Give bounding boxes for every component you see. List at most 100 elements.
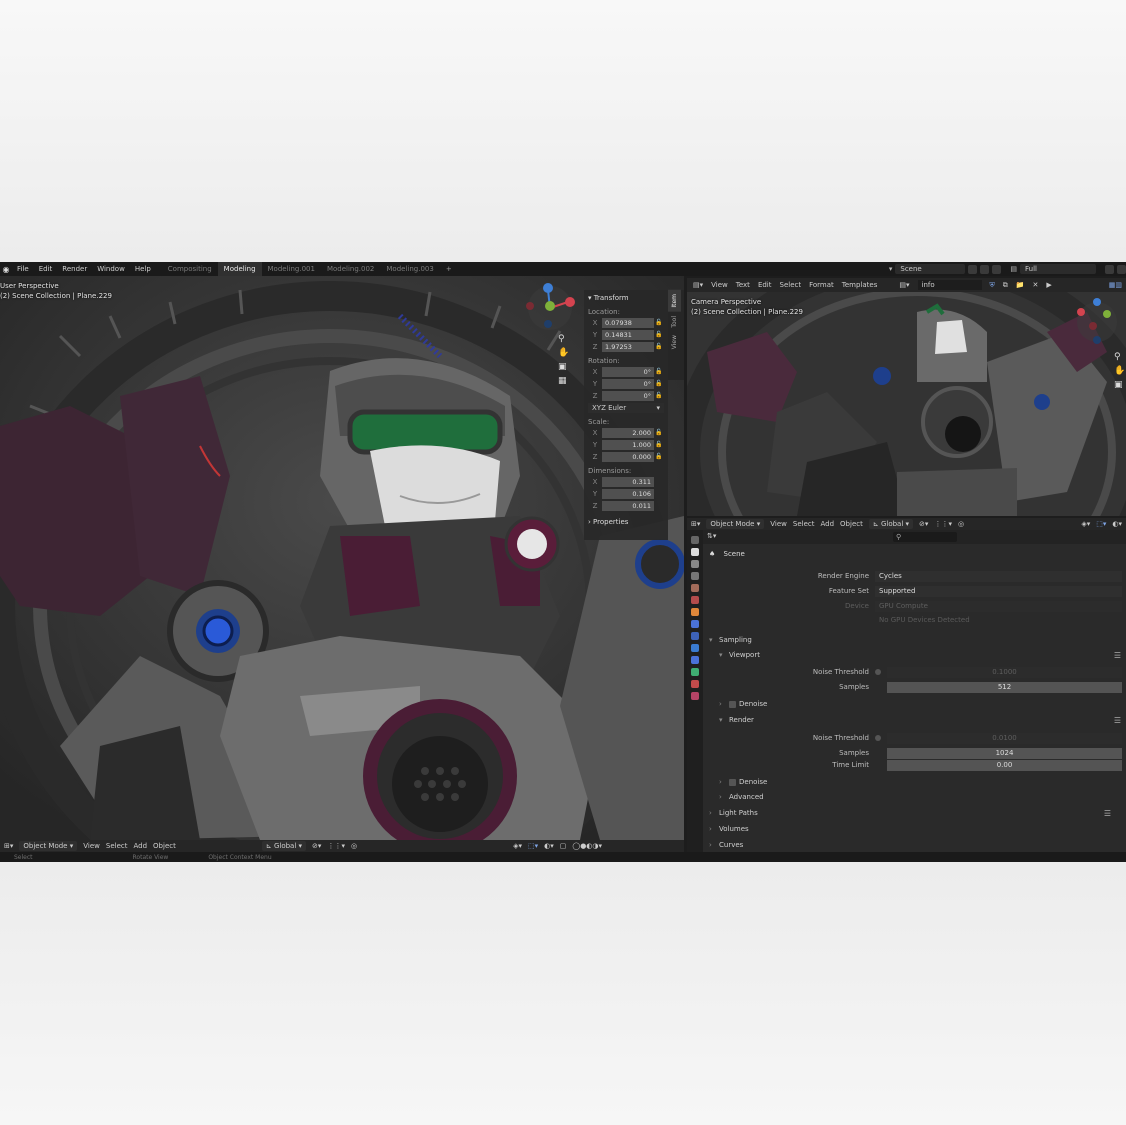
volumes-panel-header[interactable]: › Volumes [709, 823, 1123, 836]
lock-icon[interactable]: 🔓 [654, 343, 664, 350]
presets-list-icon[interactable]: ☰ [1104, 807, 1111, 820]
right-3d-viewport[interactable]: Camera Perspective (2) Scene Collection … [687, 292, 1126, 516]
tab-modeling-003[interactable]: Modeling.003 [380, 262, 439, 276]
menu-add[interactable]: Add [133, 842, 147, 850]
render-samples-field[interactable]: 1024 [887, 747, 1122, 759]
new-text-icon[interactable]: ⧉ [1003, 281, 1008, 290]
object-tab-icon[interactable] [691, 608, 699, 616]
proportional-editing-icon[interactable]: ◎ [958, 520, 964, 528]
location-x-field[interactable]: 0.07938 [602, 317, 654, 328]
particles-tab-icon[interactable] [691, 632, 699, 640]
scale-y-field[interactable]: 1.000 [602, 439, 654, 450]
proportional-editing-icon[interactable]: ◎ [351, 842, 357, 850]
editor-type-icon[interactable]: ⊞▾ [4, 842, 13, 850]
viewport-noise-threshold-field[interactable]: 0.1000 [887, 666, 1122, 678]
gizmo-toggle-icon[interactable]: ⬚▾ [1096, 520, 1106, 528]
rotation-mode-dropdown[interactable]: XYZ Euler ▾ [588, 403, 664, 413]
properties-panel-header[interactable]: › Properties [588, 517, 664, 527]
time-limit-field[interactable]: 0.00 [887, 759, 1122, 771]
noise-threshold-checkbox[interactable] [875, 669, 881, 675]
tool-tab-icon[interactable] [691, 536, 699, 544]
run-script-icon[interactable]: ▶ [1046, 281, 1051, 289]
lock-icon[interactable]: 🔓 [654, 429, 664, 436]
location-z-field[interactable]: 1.97253 [602, 341, 654, 352]
menu-select[interactable]: Select [106, 842, 128, 850]
layout-toggle-icons[interactable]: ▦▥ [1109, 281, 1122, 289]
view-layer-field[interactable]: Full [1020, 264, 1096, 274]
dimensions-y-field[interactable]: 0.106 [602, 488, 654, 499]
menu-object[interactable]: Object [840, 520, 863, 528]
sampling-panel-header[interactable]: ▾ Sampling [709, 634, 1123, 647]
new-scene-icon[interactable] [980, 264, 990, 274]
lock-icon[interactable]: 🔓 [654, 331, 664, 338]
menu-render[interactable]: Render [57, 262, 92, 276]
menu-object[interactable]: Object [153, 842, 176, 850]
delete-scene-icon[interactable] [992, 264, 1002, 274]
rotation-y-field[interactable]: 0° [602, 378, 654, 389]
presets-list-icon[interactable]: ☰ [1114, 714, 1121, 727]
menu-templates[interactable]: Templates [842, 281, 878, 289]
visibility-icon[interactable]: ◈▾ [1081, 520, 1090, 528]
delete-view-layer-icon[interactable] [1117, 264, 1126, 274]
dimensions-x-field[interactable]: 0.311 [602, 476, 654, 487]
tab-modeling[interactable]: Modeling [217, 262, 262, 276]
editor-type-icon[interactable]: ⇅▾ [707, 532, 716, 540]
camera-navigation-gizmo-icon[interactable] [1071, 296, 1123, 348]
editor-type-icon[interactable]: ⊞▾ [691, 520, 700, 528]
grid-view-icon[interactable]: ▦ [558, 376, 569, 386]
properties-search-field[interactable]: ⚲ [893, 532, 957, 542]
rotation-x-field[interactable]: 0° [602, 366, 654, 377]
menu-help[interactable]: Help [130, 262, 156, 276]
texture-tab-icon[interactable] [691, 692, 699, 700]
blender-logo-icon[interactable]: ◉ [0, 262, 12, 276]
viewport-samples-field[interactable]: 512 [887, 681, 1122, 693]
camera-view-icon[interactable]: ▣ [1114, 380, 1125, 390]
location-y-field[interactable]: 0.14831 [602, 329, 654, 340]
mode-dropdown[interactable]: Object Mode ▾ [706, 519, 765, 529]
advanced-subpanel-header[interactable]: › Advanced [719, 791, 1126, 804]
device-dropdown[interactable]: GPU Compute [875, 600, 1122, 612]
rotation-z-field[interactable]: 0° [602, 390, 654, 401]
tab-modeling-001[interactable]: Modeling.001 [262, 262, 321, 276]
menu-view[interactable]: View [711, 281, 728, 289]
navigation-gizmo-icon[interactable] [522, 280, 578, 336]
menu-text[interactable]: Text [736, 281, 750, 289]
constraints-tab-icon[interactable] [691, 656, 699, 664]
zoom-icon[interactable]: ⚲ [558, 334, 569, 344]
visibility-icon[interactable]: ◈▾ [513, 842, 522, 850]
lock-icon[interactable]: 🔓 [654, 453, 664, 460]
view-layer-tab-icon[interactable] [691, 572, 699, 580]
open-text-icon[interactable]: 📁 [1016, 281, 1025, 289]
add-workspace-button[interactable]: + [440, 262, 458, 276]
zoom-icon[interactable]: ⚲ [1114, 352, 1125, 362]
output-tab-icon[interactable] [691, 560, 699, 568]
text-name-field[interactable]: info [917, 280, 982, 290]
menu-select[interactable]: Select [793, 520, 815, 528]
pan-hand-icon[interactable]: ✋ [558, 348, 569, 358]
lock-icon[interactable]: 🔓 [654, 392, 664, 399]
menu-window[interactable]: Window [92, 262, 130, 276]
tab-tool[interactable]: Tool [668, 312, 681, 332]
render-noise-threshold-field[interactable]: 0.0100 [887, 732, 1122, 744]
viewport-subpanel-header[interactable]: ▾ Viewport ☰ [719, 649, 1126, 662]
menu-edit[interactable]: Edit [34, 262, 58, 276]
gizmo-toggle-icon[interactable]: ⬚▾ [528, 842, 538, 850]
tab-item[interactable]: Item [668, 290, 681, 312]
xray-icon[interactable]: ▢ [560, 842, 567, 850]
snap-icon[interactable]: ⋮⋮▾ [327, 842, 345, 850]
render-tab-icon[interactable] [691, 548, 699, 556]
pivot-icon[interactable]: ⊘▾ [919, 520, 928, 528]
world-tab-icon[interactable] [691, 596, 699, 604]
scale-z-field[interactable]: 0.000 [602, 451, 654, 462]
orientation-dropdown[interactable]: ⊾ Global ▾ [868, 519, 914, 529]
denoise-checkbox[interactable] [729, 700, 736, 708]
unlink-text-icon[interactable]: ✕ [1032, 281, 1038, 289]
physics-tab-icon[interactable] [691, 644, 699, 652]
pivot-icon[interactable]: ⊘▾ [312, 842, 321, 850]
transform-header[interactable]: ▾ Transform [588, 293, 664, 303]
render-engine-dropdown[interactable]: Cycles [875, 570, 1122, 582]
menu-format[interactable]: Format [809, 281, 834, 289]
noise-threshold-checkbox[interactable] [875, 735, 881, 741]
copy-view-layer-icon[interactable] [1105, 264, 1114, 274]
overlay-icon[interactable]: ◐▾ [1112, 520, 1122, 528]
